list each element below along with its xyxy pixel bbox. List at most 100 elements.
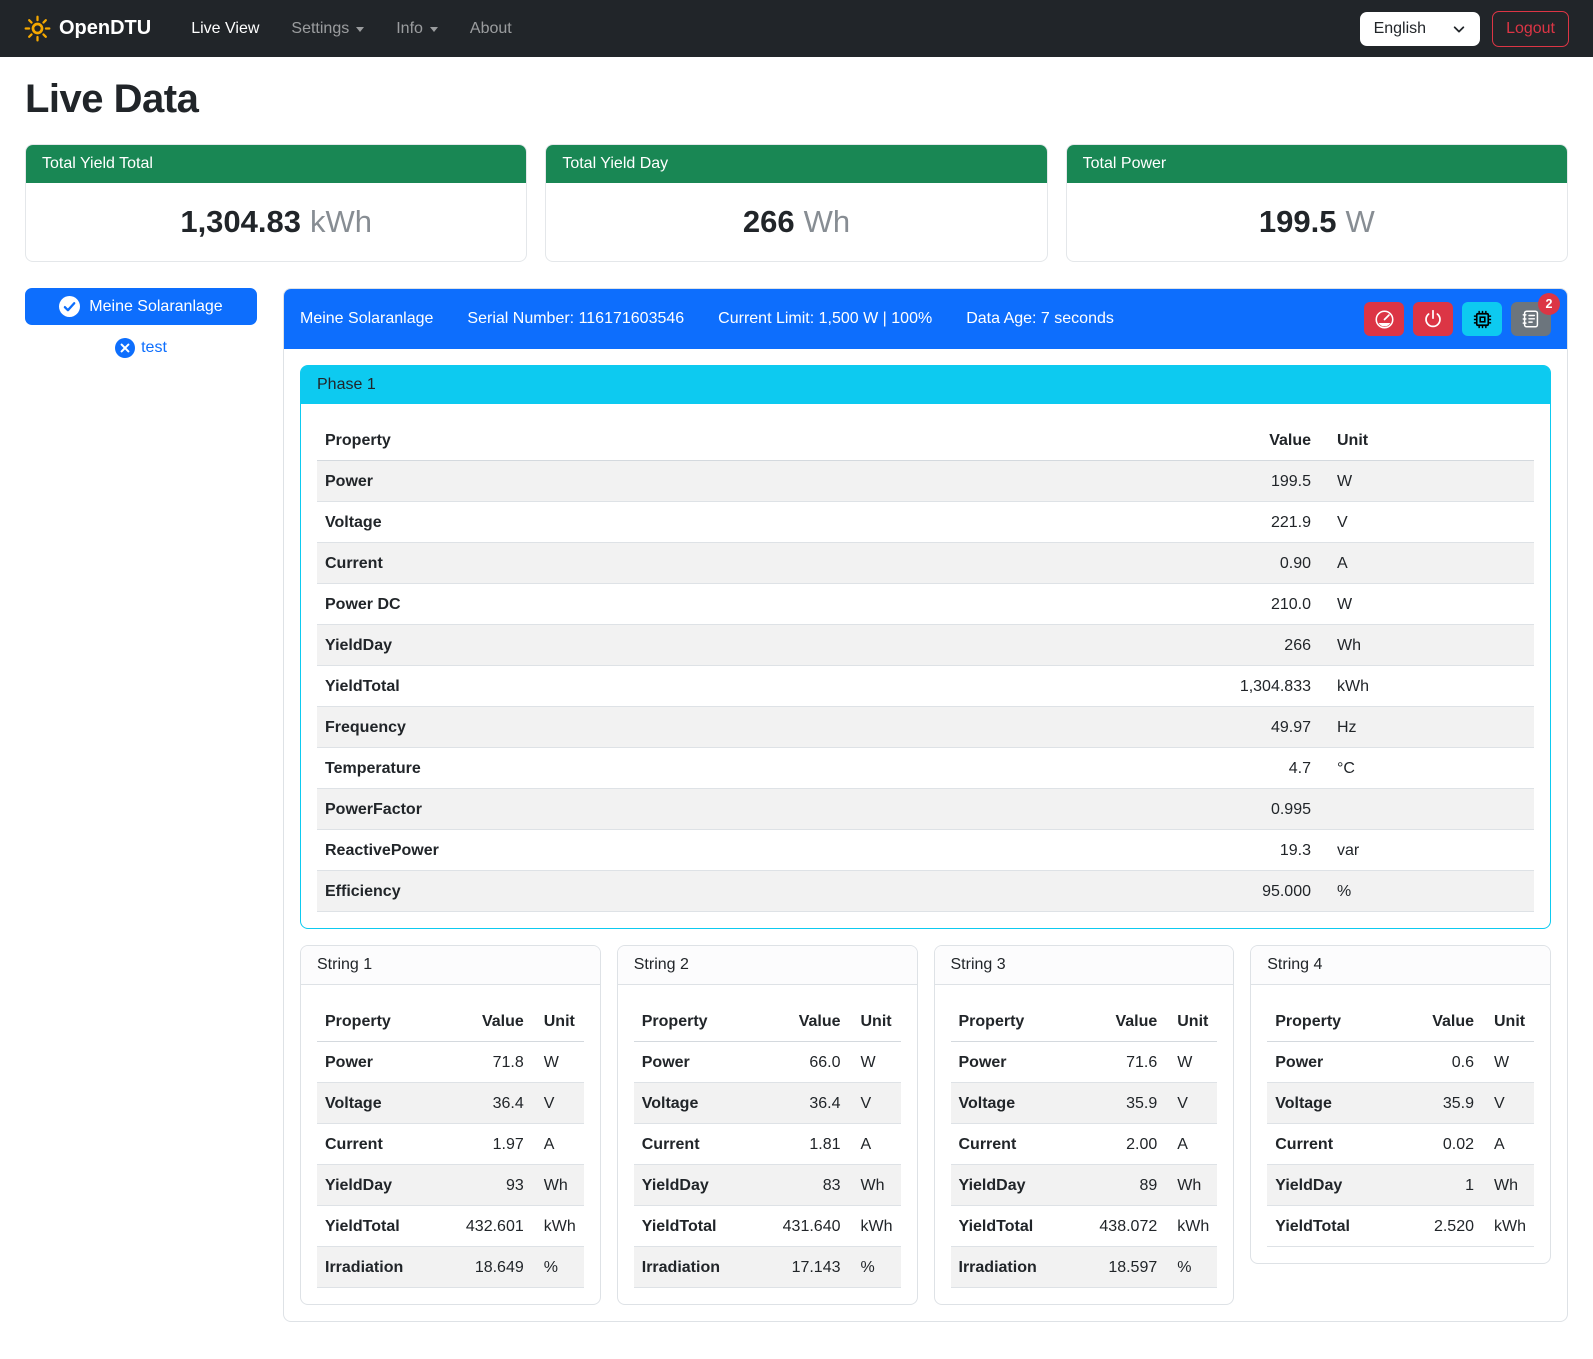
column-header: Value [1199,420,1319,461]
speedometer-icon [1373,308,1396,331]
value-cell: 1.81 [746,1124,849,1165]
unit-cell: Wh [1319,625,1534,666]
property-cell: Power [317,461,1199,502]
brand[interactable]: OpenDTU [24,15,151,42]
column-header: Value [429,1001,532,1042]
inverter-link-test[interactable]: test [25,338,257,358]
property-cell: Voltage [317,1083,429,1124]
value-cell: 35.9 [1379,1083,1482,1124]
value-cell: 0.6 [1379,1042,1482,1083]
value-cell: 0.90 [1199,543,1319,584]
value-cell: 35.9 [1063,1083,1166,1124]
table-row: Temperature4.7°C [317,748,1534,789]
table-row: Current0.90A [317,543,1534,584]
property-cell: YieldTotal [317,1206,429,1247]
unit-cell: °C [1319,748,1534,789]
unit-cell: V [849,1083,901,1124]
inverter-panel: Meine Solaranlage Serial Number: 1161716… [283,288,1568,1322]
unit-cell: W [1482,1042,1534,1083]
power-control-button[interactable] [1413,302,1453,336]
string-table: PropertyValueUnitPower66.0WVoltage36.4VC… [634,1001,901,1288]
unit-cell: kWh [1319,666,1534,707]
card-title: Total Yield Day [546,145,1046,183]
table-row: YieldTotal2.520kWh [1267,1206,1534,1247]
page-title: Live Data [25,77,1568,122]
unit-cell: var [1319,830,1534,871]
property-cell: Current [1267,1124,1379,1165]
page-container: Live Data Total Yield Total 1,304.83kWh … [0,57,1593,1322]
value-cell: 71.8 [429,1042,532,1083]
table-row: Frequency49.97Hz [317,707,1534,748]
phase-table: PropertyValueUnitPower199.5WVoltage221.9… [317,420,1534,912]
table-row: YieldDay83Wh [634,1165,901,1206]
string-title: String 2 [618,946,917,985]
power-icon [1422,308,1444,330]
unit-cell [1319,789,1534,830]
event-count-badge: 2 [1538,293,1560,315]
cpu-icon [1471,308,1494,331]
string-panel-4: String 4 PropertyValueUnitPower0.6WVolta… [1250,945,1551,1264]
table-row: Power66.0W [634,1042,901,1083]
unit-cell: W [532,1042,584,1083]
summary-cards-row: Total Yield Total 1,304.83kWh Total Yiel… [25,144,1568,262]
value-cell: 221.9 [1199,502,1319,543]
brand-label: OpenDTU [59,17,151,40]
property-cell: YieldTotal [634,1206,746,1247]
property-cell: Voltage [951,1083,1063,1124]
string-table: PropertyValueUnitPower71.6WVoltage35.9VC… [951,1001,1218,1288]
logout-button[interactable]: Logout [1492,11,1569,47]
value-cell: 438.072 [1063,1206,1166,1247]
strings-row: String 1 PropertyValueUnitPower71.8WVolt… [300,945,1551,1305]
inverter-actions: 2 [1364,302,1551,336]
nav-link-settings[interactable]: Settings [277,12,378,46]
card-value: 266 [743,204,795,239]
value-cell: 1 [1379,1165,1482,1206]
unit-cell: kWh [849,1206,901,1247]
nav-link-live-view[interactable]: Live View [177,12,273,46]
nav-link-about[interactable]: About [456,12,526,46]
property-cell: YieldDay [634,1165,746,1206]
unit-cell: % [1165,1247,1217,1288]
unit-cell: % [1319,871,1534,912]
property-cell: Voltage [1267,1083,1379,1124]
value-cell: 36.4 [429,1083,532,1124]
property-cell: Irradiation [951,1247,1063,1288]
nav-link-info[interactable]: Info [382,12,452,46]
phase-title: Phase 1 [301,366,1550,404]
inverter-select-button[interactable]: Meine Solaranlage [25,288,257,325]
table-row: Power DC210.0W [317,584,1534,625]
string-panel-3: String 3 PropertyValueUnitPower71.6WVolt… [934,945,1235,1305]
column-header: Property [317,1001,429,1042]
language-select[interactable]: English [1360,12,1480,46]
table-row: YieldTotal1,304.833kWh [317,666,1534,707]
unit-cell: A [1482,1124,1534,1165]
device-info-button[interactable] [1462,302,1502,336]
card-value-line: 199.5W [1067,183,1567,261]
value-cell: 18.597 [1063,1247,1166,1288]
column-header: Value [746,1001,849,1042]
inverter-select-label: Meine Solaranlage [89,298,222,316]
card-total-yield-total: Total Yield Total 1,304.83kWh [25,144,527,262]
value-cell: 431.640 [746,1206,849,1247]
check-circle-icon [59,296,80,317]
unit-cell: Wh [1165,1165,1217,1206]
inverter-serial: Serial Number: 116171603546 [467,310,684,328]
property-cell: Current [634,1124,746,1165]
limit-settings-button[interactable] [1364,302,1404,336]
column-header: Property [634,1001,746,1042]
event-log-button[interactable]: 2 [1511,302,1551,336]
property-cell: Voltage [317,502,1199,543]
unit-cell: W [1319,461,1534,502]
string-title: String 3 [935,946,1234,985]
unit-cell: W [1165,1042,1217,1083]
nav-links: Live View Settings Info About [177,12,526,46]
value-cell: 1.97 [429,1124,532,1165]
value-cell: 2.520 [1379,1206,1482,1247]
table-row: YieldTotal431.640kWh [634,1206,901,1247]
property-cell: Power [1267,1042,1379,1083]
column-header: Property [317,420,1199,461]
value-cell: 36.4 [746,1083,849,1124]
unit-cell: V [532,1083,584,1124]
property-cell: Current [317,543,1199,584]
property-cell: Current [317,1124,429,1165]
